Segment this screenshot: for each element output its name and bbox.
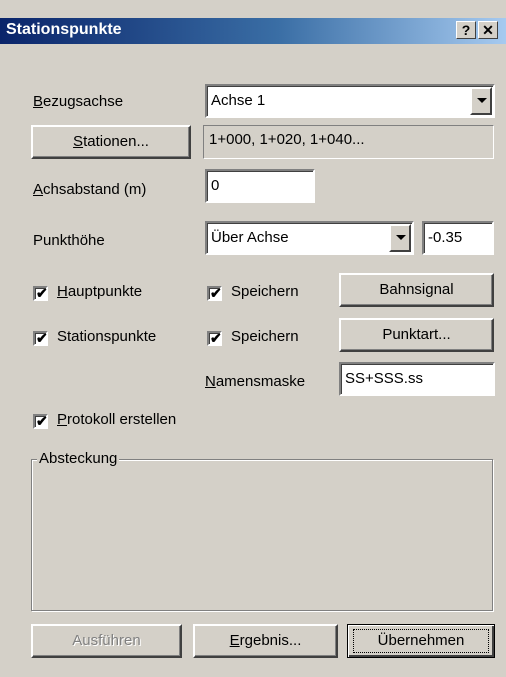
hauptpunkte-checkbox[interactable]: ✔ bbox=[33, 285, 48, 301]
punkthoehe-dropdown-button[interactable] bbox=[389, 224, 411, 252]
punktart-button[interactable]: Punktart... bbox=[339, 318, 494, 352]
stationspunkte-dialog: Stationspunkte ? ✕ Bezugsachse Achse 1 S… bbox=[0, 0, 506, 677]
close-button[interactable]: ✕ bbox=[478, 21, 498, 39]
achsabstand-value: 0 bbox=[211, 177, 220, 194]
absteckung-group bbox=[31, 459, 493, 611]
stationspunkte-checkbox[interactable]: ✔ bbox=[33, 330, 48, 346]
bezugsachse-value: Achse 1 bbox=[211, 92, 266, 109]
absteckung-group-label: Absteckung bbox=[37, 450, 120, 467]
stationen-value-field: 1+000, 1+020, 1+040... bbox=[203, 125, 494, 159]
hauptpunkte-label: Hauptpunkte bbox=[57, 283, 143, 300]
stationspunkte-speichern-label: Speichern bbox=[231, 328, 299, 345]
help-button[interactable]: ? bbox=[456, 21, 476, 39]
bezugsachse-label: Bezugsachse bbox=[33, 93, 124, 110]
stationspunkte-speichern-checkbox[interactable]: ✔ bbox=[207, 330, 222, 346]
window-title: Stationspunkte bbox=[6, 21, 122, 38]
title-bar[interactable]: Stationspunkte ? ✕ bbox=[0, 18, 506, 44]
ergebnis-button[interactable]: Ergebnis... bbox=[193, 624, 338, 658]
uebernehmen-button[interactable]: Übernehmen bbox=[347, 624, 495, 658]
stationspunkte-label: Stationspunkte bbox=[57, 328, 157, 345]
punkthoehe-mode-value: Über Achse bbox=[211, 229, 289, 246]
hauptpunkte-speichern-label: Speichern bbox=[231, 283, 299, 300]
chevron-down-icon bbox=[396, 235, 406, 240]
checkmark-icon: ✔ bbox=[36, 330, 48, 346]
punkthoehe-value-input[interactable]: -0.35 bbox=[422, 221, 494, 255]
checkmark-icon: ✔ bbox=[36, 413, 48, 429]
bezugsachse-dropdown[interactable]: Achse 1 bbox=[205, 84, 495, 118]
namensmaske-input[interactable]: SS+SSS.ss bbox=[339, 362, 495, 396]
checkmark-icon: ✔ bbox=[210, 330, 222, 346]
focus-rect: Übernehmen bbox=[353, 629, 489, 653]
chevron-down-icon bbox=[477, 98, 487, 103]
achsabstand-label: Achsabstand (m) bbox=[33, 181, 147, 198]
punkthoehe-label: Punkthöhe bbox=[33, 232, 105, 249]
checkmark-icon: ✔ bbox=[210, 285, 222, 301]
ausfuehren-button[interactable]: Ausführen bbox=[31, 624, 182, 658]
achsabstand-input[interactable]: 0 bbox=[205, 169, 315, 203]
bezugsachse-dropdown-button[interactable] bbox=[470, 87, 492, 115]
stationen-button[interactable]: Stationen... bbox=[31, 125, 191, 159]
stationen-value: 1+000, 1+020, 1+040... bbox=[209, 131, 365, 148]
namensmaske-label: Namensmaske bbox=[205, 373, 306, 390]
hauptpunkte-speichern-checkbox[interactable]: ✔ bbox=[207, 285, 222, 301]
namensmaske-value: SS+SSS.ss bbox=[345, 370, 423, 387]
punkthoehe-value: -0.35 bbox=[428, 229, 463, 246]
bahnsignal-button[interactable]: Bahnsignal bbox=[339, 273, 494, 307]
checkmark-icon: ✔ bbox=[36, 285, 48, 301]
protokoll-label: Protokoll erstellen bbox=[57, 411, 177, 428]
punkthoehe-mode-dropdown[interactable]: Über Achse bbox=[205, 221, 414, 255]
protokoll-checkbox[interactable]: ✔ bbox=[33, 413, 48, 429]
